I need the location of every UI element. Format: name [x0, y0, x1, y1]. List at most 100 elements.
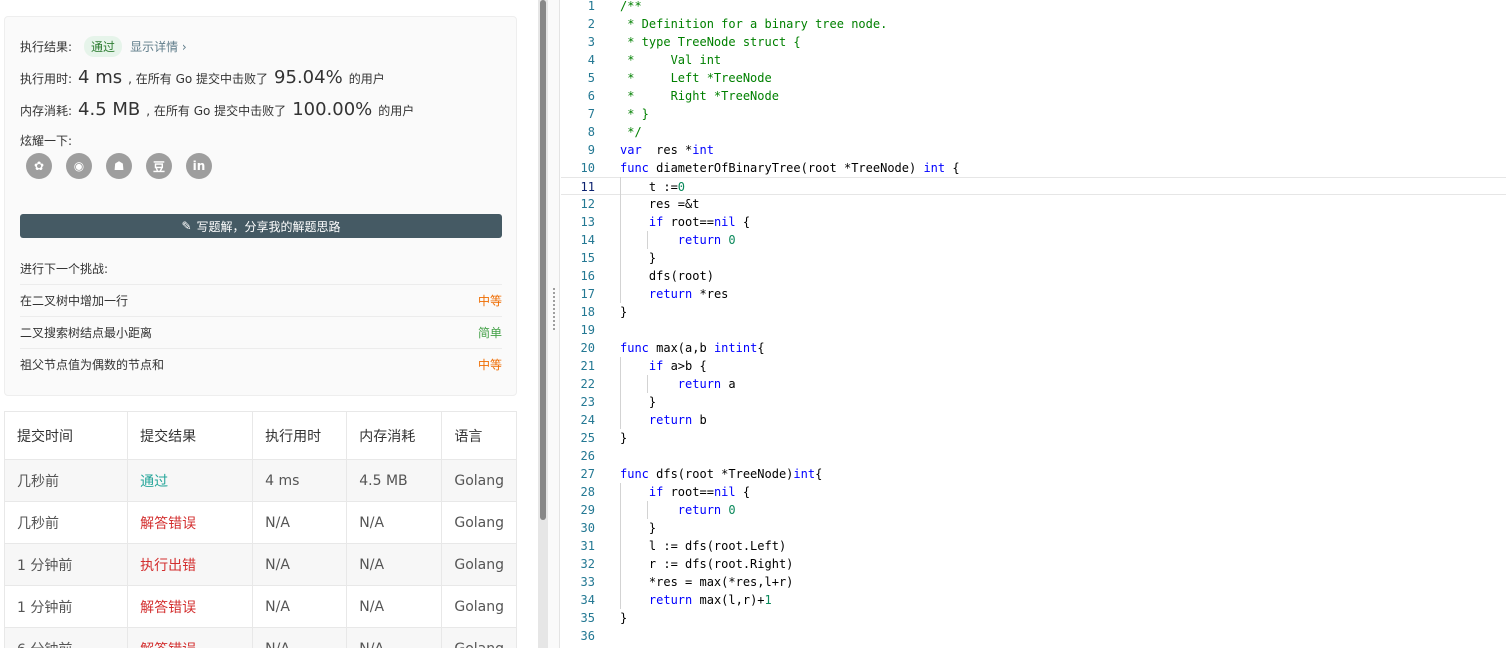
- memory-row: 内存消耗: 4.5 MB , 在所有 Go 提交中击败了 100.00% 的用户: [20, 99, 414, 120]
- line-number: 30: [580, 521, 595, 535]
- line-number: 13: [580, 215, 595, 229]
- line-number: 26: [580, 449, 595, 463]
- code-line[interactable]: 31 l := dfs(root.Left): [561, 537, 1506, 555]
- line-number: 19: [580, 323, 595, 337]
- code-line[interactable]: 5 * Left *TreeNode: [561, 69, 1506, 87]
- code-line[interactable]: 24 return b: [561, 411, 1506, 429]
- line-number: 12: [580, 197, 595, 211]
- header-submit-time[interactable]: 提交时间: [3, 411, 129, 460]
- code-text: *res = max(*res,l+r): [620, 575, 794, 589]
- indent-guide: [620, 357, 621, 429]
- weibo-icon[interactable]: ◉: [66, 153, 92, 179]
- header-language[interactable]: 语言: [441, 411, 517, 460]
- code-line[interactable]: 34 return max(l,r)+1: [561, 591, 1506, 609]
- code-line[interactable]: 19: [561, 321, 1506, 339]
- cell-runtime: N/A: [252, 585, 348, 628]
- linkedin-icon[interactable]: in: [186, 153, 212, 179]
- code-line[interactable]: 17 return *res: [561, 285, 1506, 303]
- line-number: 16: [580, 269, 595, 283]
- code-line[interactable]: 6 * Right *TreeNode: [561, 87, 1506, 105]
- cell-result[interactable]: 解答错误: [127, 627, 254, 648]
- code-line[interactable]: 33 *res = max(*res,l+r): [561, 573, 1506, 591]
- code-line[interactable]: 9 var res *int: [561, 141, 1506, 159]
- indent-guide: [620, 177, 621, 303]
- runtime-percent: 95.04%: [274, 67, 343, 88]
- line-number: 10: [580, 161, 595, 175]
- code-line[interactable]: 7 * }: [561, 105, 1506, 123]
- code-line[interactable]: 18}: [561, 303, 1506, 321]
- cell-language: Golang: [441, 627, 517, 648]
- challenge-item[interactable]: 在二叉树中增加一行 中等: [20, 284, 502, 316]
- code-text: var res *int: [620, 143, 714, 157]
- write-solution-button[interactable]: ✎ 写题解，分享我的解题思路: [20, 214, 502, 238]
- code-line[interactable]: 20 func max(a,b intint{: [561, 339, 1506, 357]
- code-line[interactable]: 22 return a: [561, 375, 1506, 393]
- douban-icon[interactable]: 豆: [146, 153, 172, 179]
- code-line[interactable]: 16 dfs(root): [561, 267, 1506, 285]
- code-line[interactable]: 13 if root==nil {: [561, 213, 1506, 231]
- header-runtime[interactable]: 执行用时: [252, 411, 348, 460]
- next-challenge-label: 进行下一个挑战:: [20, 262, 109, 276]
- memory-value: 4.5 MB: [78, 99, 141, 120]
- left-scrollbar-thumb[interactable]: [540, 0, 546, 520]
- code-text: }: [620, 305, 628, 319]
- code-line[interactable]: 11 t :=0: [561, 177, 1506, 195]
- code-line[interactable]: 28 if root==nil {: [561, 483, 1506, 501]
- code-line[interactable]: 10 func diameterOfBinaryTree(root *TreeNo…: [561, 159, 1506, 177]
- cell-memory: N/A: [346, 501, 443, 544]
- code-line[interactable]: 23 }: [561, 393, 1506, 411]
- cell-language: Golang: [441, 501, 517, 544]
- header-memory[interactable]: 内存消耗: [346, 411, 443, 460]
- code-line[interactable]: 35}: [561, 609, 1506, 627]
- cell-memory: 4.5 MB: [346, 459, 443, 502]
- difficulty-badge: 中等: [477, 294, 502, 308]
- code-text: * Left *TreeNode: [620, 71, 772, 85]
- pencil-icon: ✎: [181, 219, 192, 233]
- code-line[interactable]: 1 /**: [561, 0, 1506, 15]
- line-number: 6: [587, 89, 595, 103]
- cell-result[interactable]: 通过: [127, 459, 254, 502]
- result-label: 执行结果:: [20, 40, 73, 54]
- code-line[interactable]: 26: [561, 447, 1506, 465]
- code-line[interactable]: 32 r := dfs(root.Right): [561, 555, 1506, 573]
- cell-time: 几秒前: [3, 459, 129, 502]
- line-number: 4: [587, 53, 595, 67]
- code-line[interactable]: 14 return 0: [561, 231, 1506, 249]
- wechat-icon[interactable]: ✿: [26, 153, 52, 179]
- challenge-item[interactable]: 祖父节点值为偶数的节点和 中等: [20, 348, 502, 380]
- code-text: res =&t: [620, 197, 700, 211]
- cell-memory: N/A: [346, 585, 443, 628]
- code-line[interactable]: 12 res =&t: [561, 195, 1506, 213]
- code-line[interactable]: 27 func dfs(root *TreeNode)int{: [561, 465, 1506, 483]
- code-line[interactable]: 8 */: [561, 123, 1506, 141]
- cell-result[interactable]: 解答错误: [127, 501, 254, 544]
- cell-time: 6 分钟前: [3, 627, 129, 648]
- code-line[interactable]: 15 }: [561, 249, 1506, 267]
- challenge-item[interactable]: 二叉搜索树结点最小距离 简单: [20, 316, 502, 348]
- challenge-title: 祖父节点值为偶数的节点和: [20, 358, 165, 372]
- code-line[interactable]: 3 * type TreeNode struct {: [561, 33, 1506, 51]
- code-text: if a>b {: [648, 359, 707, 373]
- code-line[interactable]: 36: [561, 627, 1506, 645]
- code-line[interactable]: 30 }: [561, 519, 1506, 537]
- panel-splitter[interactable]: [548, 0, 560, 648]
- indent-guide: [647, 501, 648, 519]
- code-editor[interactable]: 1 /** 2 * Definition for a binary tree nod…: [561, 0, 1506, 648]
- share-label: 炫耀一下:: [20, 134, 73, 148]
- memory-label: 内存消耗:: [20, 104, 73, 118]
- indent-guide: [647, 231, 648, 249]
- line-number: 22: [580, 377, 595, 391]
- cell-result[interactable]: 解答错误: [127, 585, 254, 628]
- show-details-link[interactable]: 显示详情 ›: [130, 38, 187, 55]
- code-line[interactable]: 29 return 0: [561, 501, 1506, 519]
- code-line[interactable]: 4 * Val int: [561, 51, 1506, 69]
- qq-icon[interactable]: ☗: [106, 153, 132, 179]
- cell-result[interactable]: 执行出错: [127, 543, 254, 586]
- code-line[interactable]: 25}: [561, 429, 1506, 447]
- header-submit-result[interactable]: 提交结果: [127, 411, 254, 460]
- code-text: return *res: [648, 287, 729, 301]
- code-line[interactable]: 21 if a>b {: [561, 357, 1506, 375]
- code-line[interactable]: 2 * Definition for a binary tree node.: [561, 15, 1506, 33]
- cell-runtime: N/A: [252, 501, 348, 544]
- code-text: func diameterOfBinaryTree(root *TreeNode…: [620, 161, 960, 175]
